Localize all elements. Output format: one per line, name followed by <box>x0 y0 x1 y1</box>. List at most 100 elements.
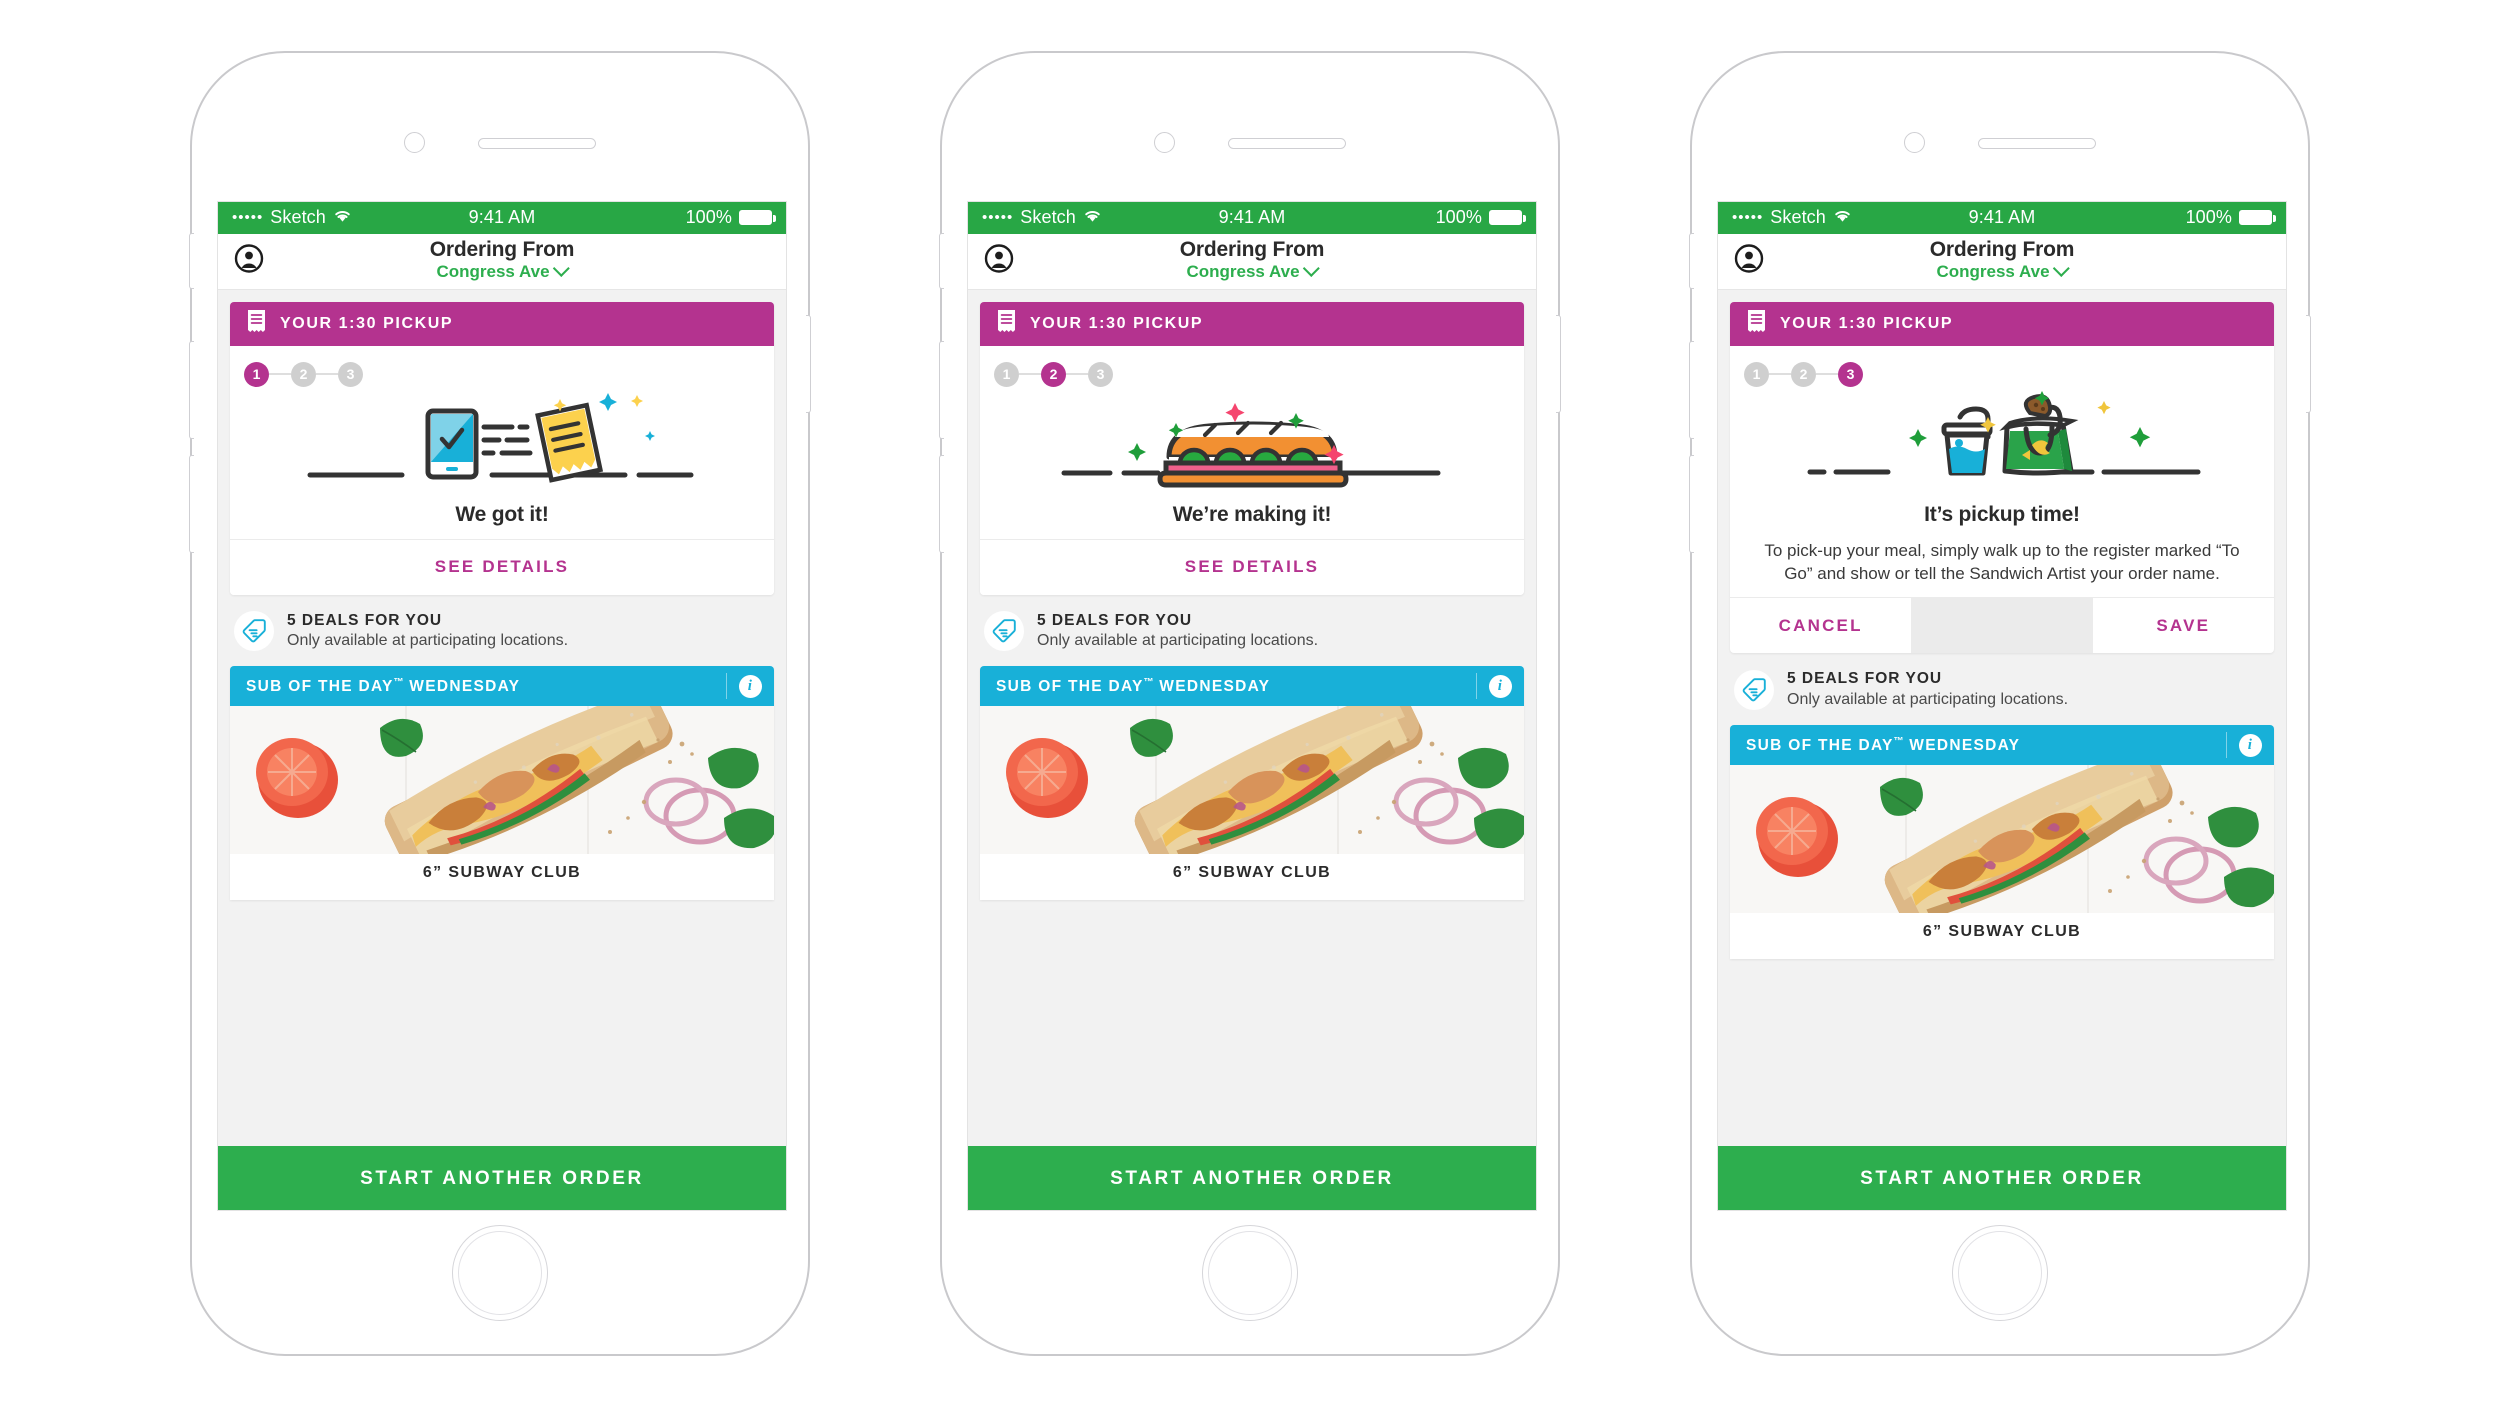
pickup-description: To pick-up your meal, simply walk up to … <box>1764 540 2240 583</box>
pickup-bag-drink-illustration <box>1744 387 2260 499</box>
trademark-symbol: ™ <box>1893 735 1904 747</box>
step-1: 1 <box>994 361 1019 387</box>
sub-of-the-day-card[interactable]: SUB OF THE DAY™ WEDNESDAY i 6” SUBWAY CL… <box>980 666 1524 901</box>
home-button[interactable] <box>452 1224 548 1321</box>
receipt-icon <box>1746 309 1767 339</box>
receipt-icon <box>246 309 267 339</box>
battery-percent-label: 100% <box>685 207 732 227</box>
order-progress-stepper: 1 2 3 <box>994 361 1510 387</box>
save-button[interactable]: SAVE <box>2093 598 2274 653</box>
location-selector[interactable]: Congress Ave <box>1186 259 1320 282</box>
home-button[interactable] <box>1202 1224 1298 1321</box>
page-title: Ordering From <box>1179 238 1325 262</box>
account-circle-icon[interactable] <box>984 244 1014 279</box>
order-status-text: We got it! <box>455 502 549 526</box>
screen-1: ••••• Sketch 9:41 AM 100% Ordering From … <box>217 200 787 1211</box>
earpiece-speaker <box>1228 137 1346 149</box>
cancel-button[interactable]: CANCEL <box>1730 598 1911 653</box>
deals-row[interactable]: 5 DEALS FOR YOU Only available at partic… <box>1730 653 2274 725</box>
mute-switch[interactable] <box>939 232 944 289</box>
sotd-photo <box>1730 765 2274 914</box>
sotd-header: SUB OF THE DAY™ WEDNESDAY i <box>980 666 1524 707</box>
screen-content: YOUR 1:30 PICKUP 1 2 3 <box>968 289 1536 1210</box>
status-bar: ••••• Sketch 9:41 AM 100% <box>1718 201 2286 234</box>
chevron-down-icon <box>1302 259 1320 277</box>
trademark-symbol: ™ <box>393 676 404 688</box>
order-card-body: 1 2 3 <box>230 345 774 539</box>
step-1: 1 <box>244 361 269 387</box>
see-details-button[interactable]: SEE DETAILS <box>230 538 774 595</box>
sotd-day: WEDNESDAY <box>1159 677 1271 695</box>
location-selector[interactable]: Congress Ave <box>436 259 570 282</box>
order-status-card: YOUR 1:30 PICKUP 1 2 3 <box>230 301 774 595</box>
volume-up-button[interactable] <box>189 340 194 439</box>
order-status-card: YOUR 1:30 PICKUP 1 2 3 <box>1730 301 2274 654</box>
sotd-day: WEDNESDAY <box>1909 736 2021 754</box>
location-selector[interactable]: Congress Ave <box>1936 259 2070 282</box>
iphone-frame-3: ••••• Sketch 9:41 AM 100% Ordering From … <box>1689 50 2311 1356</box>
deals-row[interactable]: 5 DEALS FOR YOU Only available at partic… <box>980 595 1524 667</box>
power-button[interactable] <box>1556 314 1561 413</box>
volume-down-button[interactable] <box>1689 454 1694 553</box>
power-button[interactable] <box>2306 314 2311 413</box>
chevron-down-icon <box>552 259 570 277</box>
location-label: Congress Ave <box>1936 262 2050 282</box>
volume-up-button[interactable] <box>939 340 944 439</box>
volume-down-button[interactable] <box>189 454 194 553</box>
deals-subtitle: Only available at participating location… <box>1037 632 1319 650</box>
chevron-down-icon <box>2052 259 2070 277</box>
signal-dots-icon: ••••• <box>982 209 1014 226</box>
deals-subtitle: Only available at participating location… <box>287 632 569 650</box>
mute-switch[interactable] <box>1689 232 1694 289</box>
clock-label: 9:41 AM <box>1218 207 1286 227</box>
info-icon[interactable]: i <box>2239 733 2262 757</box>
account-circle-icon[interactable] <box>234 244 264 279</box>
sub-of-the-day-card[interactable]: SUB OF THE DAY™ WEDNESDAY i 6” SUBWAY CL… <box>230 666 774 901</box>
front-camera-icon <box>1904 131 1925 153</box>
wifi-icon <box>1083 207 1102 228</box>
iphone-frame-2: ••••• Sketch 9:41 AM 100% Ordering From … <box>939 50 1561 1356</box>
earpiece-speaker <box>478 137 596 149</box>
order-progress-stepper: 1 2 3 <box>1744 361 2260 387</box>
tag-icon <box>1734 670 1774 711</box>
signal-dots-icon: ••••• <box>232 209 264 226</box>
see-details-button[interactable]: SEE DETAILS <box>980 538 1524 595</box>
nav-bar: Ordering From Congress Ave <box>218 233 786 290</box>
order-status-text: We’re making it! <box>1172 502 1332 526</box>
wifi-icon <box>333 207 352 228</box>
status-bar: ••••• Sketch 9:41 AM 100% <box>218 201 786 234</box>
deals-row[interactable]: 5 DEALS FOR YOU Only available at partic… <box>230 595 774 667</box>
start-another-order-button[interactable]: START ANOTHER ORDER <box>1718 1145 2286 1210</box>
earpiece-speaker <box>1978 137 2096 149</box>
deals-subtitle: Only available at participating location… <box>1787 691 2069 709</box>
step-connector <box>1816 373 1838 375</box>
volume-down-button[interactable] <box>939 454 944 553</box>
volume-up-button[interactable] <box>1689 340 1694 439</box>
start-another-order-button[interactable]: START ANOTHER ORDER <box>218 1145 786 1210</box>
info-icon[interactable]: i <box>1489 674 1512 698</box>
divider <box>1911 598 2093 654</box>
step-3: 3 <box>1088 361 1113 387</box>
order-card-header: YOUR 1:30 PICKUP <box>980 301 1524 346</box>
home-button[interactable] <box>1952 1224 2048 1321</box>
battery-icon <box>2239 210 2276 225</box>
step-3: 3 <box>1838 361 1863 387</box>
account-circle-icon[interactable] <box>1734 244 1764 279</box>
sub-of-the-day-card[interactable]: SUB OF THE DAY™ WEDNESDAY i 6” SUBWAY CL… <box>1730 725 2274 960</box>
screen-2: ••••• Sketch 9:41 AM 100% Ordering From … <box>967 200 1537 1211</box>
step-connector <box>1019 373 1041 375</box>
power-button[interactable] <box>806 314 811 413</box>
tag-icon <box>984 611 1024 652</box>
start-another-order-button[interactable]: START ANOTHER ORDER <box>968 1145 1536 1210</box>
info-icon[interactable]: i <box>739 674 762 698</box>
step-3: 3 <box>338 361 363 387</box>
step-2: 2 <box>1041 361 1066 387</box>
order-card-body: 1 2 3 <box>980 345 1524 539</box>
mute-switch[interactable] <box>189 232 194 289</box>
step-connector <box>316 373 338 375</box>
phone-receipt-illustration <box>244 387 760 499</box>
screenshot-stage: ••••• Sketch 9:41 AM 100% Ordering From … <box>0 0 2500 1406</box>
location-label: Congress Ave <box>436 262 550 282</box>
trademark-symbol: ™ <box>1143 676 1154 688</box>
order-progress-stepper: 1 2 3 <box>244 361 760 387</box>
